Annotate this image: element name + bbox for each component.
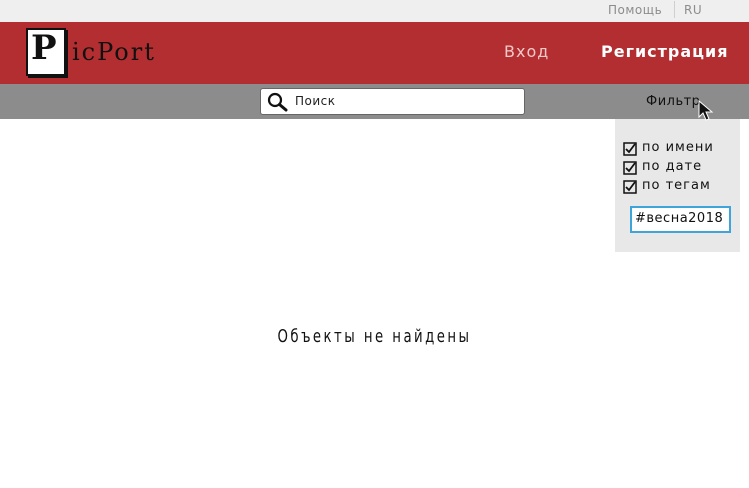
top-utility-bar: Помощь RU: [0, 0, 749, 22]
checkbox-checked-icon[interactable]: [623, 180, 637, 194]
tag-input[interactable]: #весна2018: [630, 206, 731, 233]
empty-results-message: Объекты не найдены: [277, 326, 472, 347]
search-box[interactable]: [260, 88, 525, 115]
filter-toggle[interactable]: Фильтр: [646, 94, 700, 109]
search-bar: Фильтр: [0, 84, 749, 119]
login-link[interactable]: Вход: [504, 42, 549, 61]
checkbox-checked-icon[interactable]: [623, 161, 637, 175]
tag-value: #весна2018: [635, 211, 724, 226]
filter-panel: по имени по дате по тегам #весна2018: [615, 119, 740, 252]
checkbox-checked-icon[interactable]: [623, 142, 637, 156]
search-icon: [267, 92, 288, 112]
help-link[interactable]: Помощь: [608, 3, 662, 17]
logo-initial: P: [31, 28, 57, 68]
filter-option-label: по тегам: [642, 178, 711, 193]
language-switch[interactable]: RU: [684, 3, 702, 17]
logo-text: icPort: [72, 38, 156, 66]
search-input[interactable]: [295, 91, 515, 111]
divider: [674, 1, 675, 18]
site-header: P icPort Вход Регистрация: [0, 22, 749, 84]
mouse-cursor-icon: [698, 100, 714, 121]
logo-frame: P: [26, 28, 66, 76]
filter-option-label: по дате: [642, 159, 703, 174]
register-link[interactable]: Регистрация: [601, 42, 729, 61]
filter-option-label: по имени: [642, 140, 714, 155]
